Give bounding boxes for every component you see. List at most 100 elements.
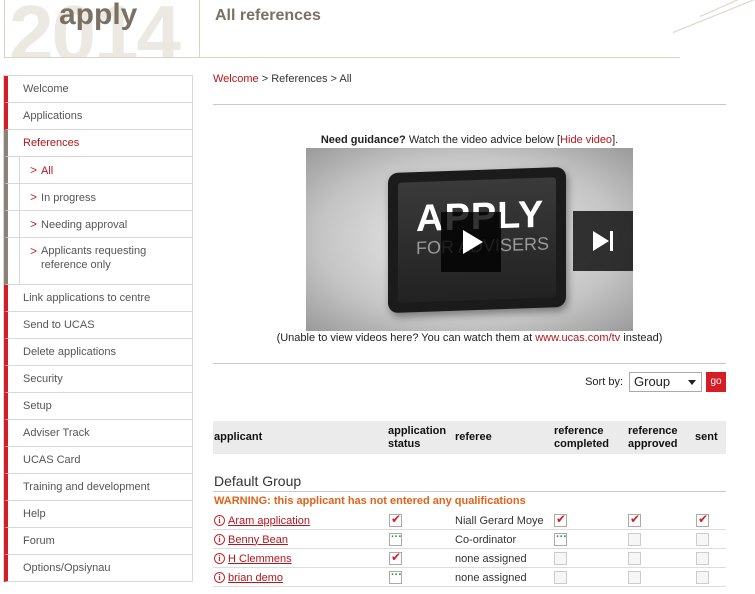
approved-checkbox[interactable] — [628, 512, 641, 527]
completed-checkbox[interactable] — [554, 512, 567, 527]
column-header-status[interactable]: application status — [388, 421, 446, 454]
sidebar-item-security[interactable]: Security — [4, 366, 192, 393]
applicant-link[interactable]: brian demo — [228, 572, 283, 584]
completed-checkbox[interactable] — [554, 571, 567, 584]
sidebar-subitem-all[interactable]: > All — [4, 157, 192, 184]
video-note-text: instead) — [620, 332, 663, 344]
sidebar-item-adviser-track[interactable]: Adviser Track — [4, 420, 192, 447]
approved-checkbox[interactable] — [628, 533, 641, 546]
breadcrumb-references: References — [271, 73, 328, 85]
header-divider — [200, 57, 680, 58]
sidebar-subitem-needing-approval[interactable]: > Needing approval — [4, 211, 192, 238]
column-header-applicant[interactable]: applicant — [214, 421, 262, 454]
column-header-completed[interactable]: reference completed — [554, 421, 609, 454]
sidebar-item-delete-applications[interactable]: Delete applications — [4, 339, 192, 366]
video-alternative-note: (Unable to view videos here? You can wat… — [213, 332, 726, 344]
guidance-text: Watch the video advice below [ — [405, 134, 561, 146]
status-checkbox[interactable] — [389, 531, 402, 546]
sent-checkbox[interactable] — [696, 533, 709, 546]
breadcrumb-link-welcome[interactable]: Welcome — [213, 73, 259, 85]
divider — [213, 363, 726, 364]
next-video-icon[interactable] — [573, 211, 633, 271]
sidebar-item-welcome[interactable]: Welcome — [4, 76, 192, 103]
info-icon[interactable]: i — [214, 534, 225, 545]
sidebar-subitem-label: In progress — [41, 192, 97, 204]
divider — [213, 104, 726, 105]
chevron-down-icon — [688, 380, 696, 385]
sort-label: Sort by: — [585, 376, 623, 388]
sidebar-item-forum[interactable]: Forum — [4, 528, 192, 555]
guidance-heading: Need guidance? — [320, 134, 406, 146]
sort-selected-value: Group — [634, 374, 671, 389]
info-icon[interactable]: i — [214, 572, 225, 583]
page-title: All references — [215, 7, 321, 24]
go-button[interactable]: go — [706, 372, 726, 392]
referee-name: none assigned — [455, 552, 527, 565]
guidance-end: ]. — [612, 134, 619, 146]
hide-video-link[interactable]: Hide video — [560, 134, 612, 146]
status-checkbox[interactable] — [389, 512, 402, 527]
chevron-right-icon: > — [30, 190, 38, 204]
info-icon[interactable]: i — [214, 553, 225, 564]
chevron-right-icon: > — [30, 244, 38, 258]
referee-name: Niall Gerard Moye — [455, 514, 544, 527]
applicant-link[interactable]: Benny Bean — [228, 534, 288, 546]
sidebar-item-applications[interactable]: Applications — [4, 103, 192, 130]
apply-logo[interactable]: 2014 apply — [4, 0, 200, 58]
breadcrumb-current: All — [339, 73, 352, 85]
references-table-header: applicant application status referee refe… — [213, 421, 726, 454]
table-row: ibrian demo none assigned — [213, 568, 726, 587]
sidebar-item-references[interactable]: References — [4, 130, 192, 157]
qualifications-warning: WARNING: this applicant has not entered … — [214, 495, 526, 507]
sidebar-item-setup[interactable]: Setup — [4, 393, 192, 420]
applicant-link[interactable]: H Clemmens — [228, 553, 292, 565]
table-row: iAram application Niall Gerard Moye — [213, 511, 726, 530]
sidebar-subitem-reference-only[interactable]: > Applicants requesting reference only — [4, 238, 192, 285]
sort-select[interactable]: Group — [629, 372, 702, 392]
breadcrumb-separator: > — [327, 73, 340, 85]
completed-checkbox[interactable] — [554, 531, 567, 546]
chevron-right-icon: > — [30, 163, 38, 177]
sent-checkbox[interactable] — [696, 552, 709, 565]
applicant-link[interactable]: Aram application — [228, 515, 310, 527]
divider — [213, 491, 726, 492]
sent-checkbox[interactable] — [696, 571, 709, 584]
page-header: 2014 apply All references — [0, 0, 755, 62]
play-icon[interactable] — [441, 212, 501, 272]
sort-control: Sort by: Group go — [585, 372, 726, 392]
sidebar-item-help[interactable]: Help — [4, 501, 192, 528]
referee-name: none assigned — [455, 571, 527, 584]
column-header-referee[interactable]: referee — [455, 421, 492, 454]
ucas-tv-link[interactable]: www.ucas.com/tv — [535, 332, 620, 344]
sidebar-subitem-in-progress[interactable]: > In progress — [4, 184, 192, 211]
completed-checkbox[interactable] — [554, 552, 567, 565]
video-guidance: Need guidance? Watch the video advice be… — [213, 134, 726, 146]
sidebar-item-training[interactable]: Training and development — [4, 474, 192, 501]
sidebar-item-options[interactable]: Options/Opsiynau — [4, 555, 192, 582]
video-player[interactable]: APPLY FOR ADVISERS — [306, 148, 633, 331]
column-header-sent[interactable]: sent — [695, 421, 718, 454]
status-checkbox[interactable] — [389, 569, 402, 584]
table-row: iBenny Bean Co-ordinator — [213, 530, 726, 549]
approved-checkbox[interactable] — [628, 571, 641, 584]
sidebar-item-send-to-ucas[interactable]: Send to UCAS — [4, 312, 192, 339]
sidebar-subitem-label: All — [41, 165, 54, 177]
approved-checkbox[interactable] — [628, 552, 641, 565]
sidebar-item-ucas-card[interactable]: UCAS Card — [4, 447, 192, 474]
chevron-right-icon: > — [30, 217, 38, 231]
breadcrumb: Welcome > References > All — [213, 73, 352, 85]
info-icon[interactable]: i — [214, 515, 225, 526]
table-row: iH Clemmens none assigned — [213, 549, 726, 568]
group-title: Default Group — [214, 473, 302, 489]
sidebar-item-link-applications[interactable]: Link applications to centre — [4, 285, 192, 312]
sidebar-nav: Welcome Applications References > All > In… — [3, 75, 193, 582]
video-note-text: (Unable to view videos here? You can wat… — [276, 332, 536, 344]
status-checkbox[interactable] — [389, 550, 402, 565]
column-header-approved[interactable]: reference approved — [628, 421, 678, 454]
sent-checkbox[interactable] — [696, 512, 709, 527]
logo-text: apply — [59, 0, 138, 31]
sidebar-subitem-label: Needing approval — [41, 219, 128, 231]
breadcrumb-separator: > — [258, 73, 272, 85]
referee-name: Co-ordinator — [455, 533, 517, 546]
sidebar-subitem-label: Applicants requesting reference only — [41, 245, 147, 271]
